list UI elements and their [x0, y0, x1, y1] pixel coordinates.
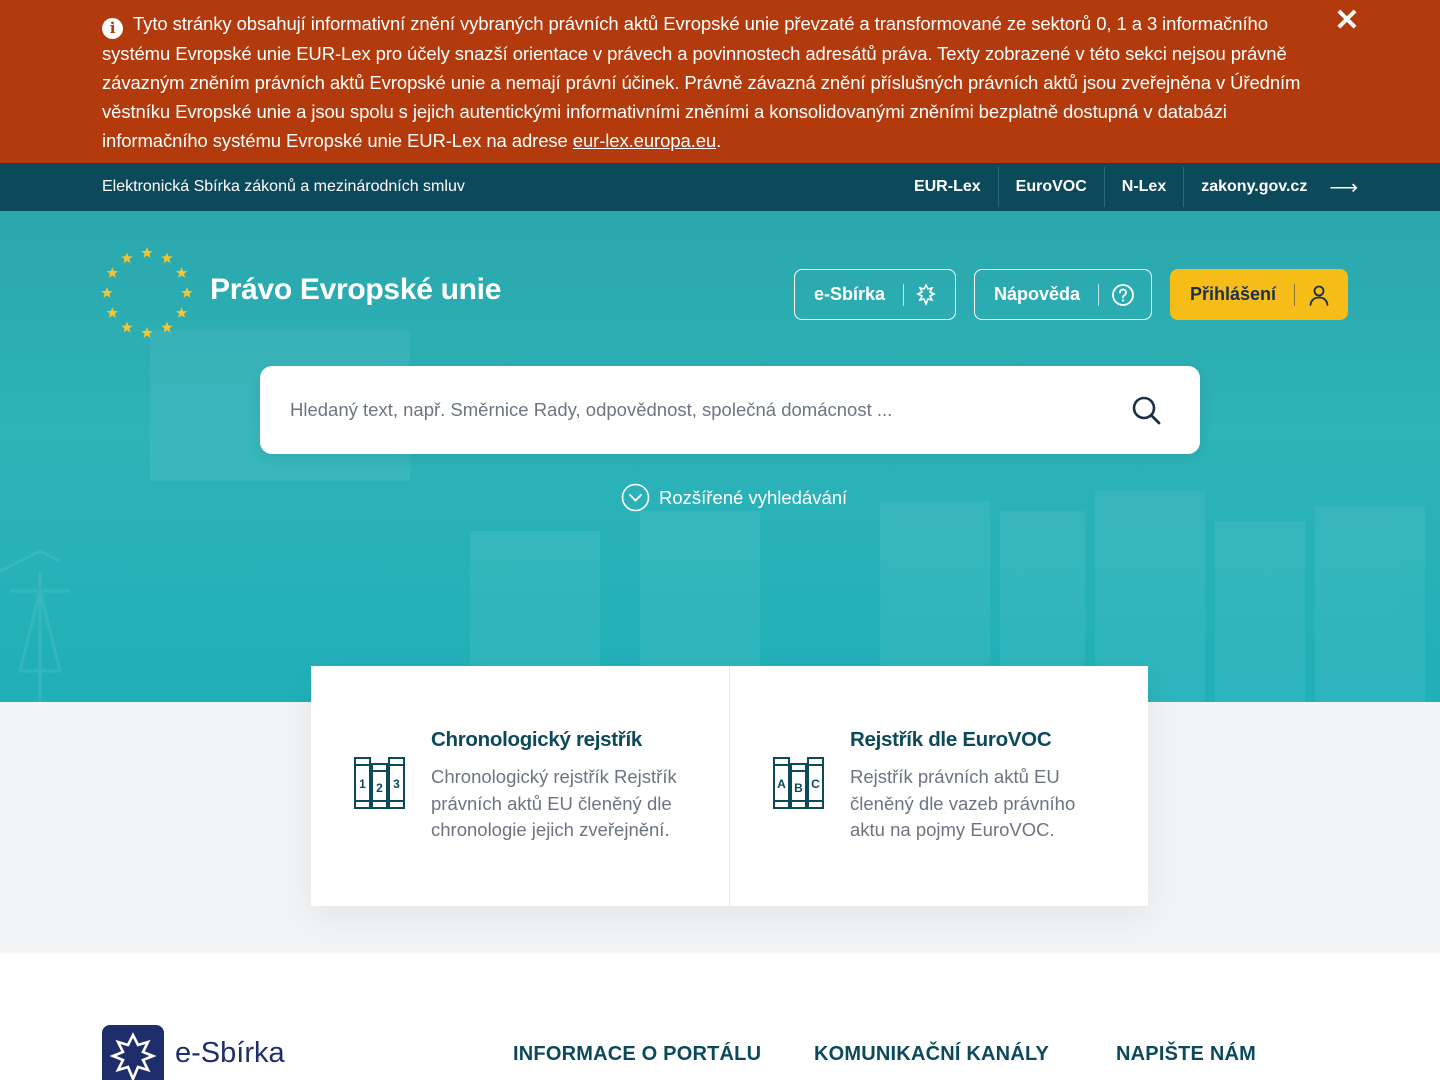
eu-stars-logo [101, 247, 193, 338]
search-box [260, 366, 1200, 454]
eu-star [121, 252, 133, 264]
eu-star [101, 287, 113, 298]
help-button-label: Nápověda [994, 284, 1081, 304]
chevron-down-circle-icon [621, 483, 650, 512]
icon-label: B [794, 781, 803, 795]
card-chronological-register[interactable]: 1 2 3 Chronologický rejstřík Chronologic… [311, 666, 729, 906]
advanced-search-label: Rozšířené vyhledávání [659, 486, 848, 508]
icon-label: 1 [359, 777, 366, 791]
eu-star [141, 247, 153, 258]
user-icon [1309, 285, 1329, 306]
top-bar: Elektronická Sbírka zákonů a mezinárodní… [0, 163, 1440, 211]
notice-suffix: . [716, 130, 722, 151]
register-cards: 1 2 3 Chronologický rejstřík Chronologic… [311, 666, 1148, 906]
eu-star [121, 321, 133, 333]
eur-lex-link[interactable]: eur-lex.europa.eu [573, 130, 716, 151]
eu-law-notice-banner: i Tyto stránky obsahují informativní zněn… [0, 0, 1440, 163]
czech-lion-icon [916, 283, 936, 306]
portal-title: Právo Evropské unie [210, 273, 502, 306]
icon-label: A [777, 777, 786, 791]
close-icon[interactable]: ✕ [1332, 6, 1362, 36]
footer-brand: e-Sbírka [175, 1037, 285, 1069]
czech-lion-icon [109, 1032, 157, 1080]
eu-star [141, 327, 153, 338]
site-subtitle: Elektronická Sbírka zákonů a mezinárodní… [102, 178, 465, 195]
login-button[interactable]: Přihlášení [1170, 269, 1348, 320]
eu-star [181, 287, 193, 298]
eurovoc-register-icon: A B C [773, 757, 824, 809]
card-title: Chronologický rejstřík [431, 728, 642, 751]
help-button[interactable]: Nápověda [974, 269, 1152, 320]
link-n-lex[interactable]: N-Lex [1105, 167, 1185, 207]
hero-section: Právo Evropské unie e-Sbírka Nápověda Př… [0, 211, 1440, 702]
eu-star [161, 252, 173, 264]
chronological-register-icon: 1 2 3 [354, 757, 405, 809]
eu-star [175, 307, 188, 318]
esbirka-button[interactable]: e-Sbírka [794, 269, 956, 320]
footer-communication-channels[interactable]: KOMUNIKAČNÍ KANÁLY [814, 1043, 1049, 1066]
question-circle-icon [1112, 283, 1134, 306]
arrow-right-icon[interactable]: ⟶ [1329, 175, 1358, 200]
eu-star [161, 321, 173, 333]
link-eurovoc[interactable]: EuroVOC [999, 167, 1105, 207]
eu-star [175, 267, 188, 278]
footer-write-us[interactable]: NAPIŠTE NÁM [1116, 1043, 1256, 1066]
notice-text: i Tyto stránky obsahují informativní zněn… [102, 9, 1327, 155]
card-description: Rejstřík právních aktů EU členěný dle va… [850, 766, 1076, 840]
link-zakony-gov[interactable]: zakony.gov.cz [1184, 167, 1329, 207]
footer: e-Sbírka INFORMACE O PORTÁLU KOMUNIKAČNÍ… [0, 953, 1440, 1080]
top-links: EUR-Lex EuroVOC N-Lex zakony.gov.cz ⟶ [897, 163, 1358, 211]
login-button-label: Přihlášení [1190, 284, 1277, 304]
advanced-search-toggle[interactable]: Rozšířené vyhledávání [621, 483, 847, 512]
link-eur-lex[interactable]: EUR-Lex [897, 167, 999, 207]
icon-label: C [811, 777, 820, 791]
esbirka-button-label: e-Sbírka [814, 284, 886, 304]
eu-star [106, 267, 119, 278]
icon-label: 3 [393, 777, 400, 791]
card-eurovoc-register[interactable]: A B C Rejstřík dle EuroVOC Rejstřík práv… [729, 666, 1148, 906]
search-input[interactable] [290, 366, 1110, 454]
search-icon[interactable] [1126, 390, 1166, 430]
card-title: Rejstřík dle EuroVOC [850, 728, 1052, 751]
eu-star [106, 307, 119, 318]
info-icon: i [102, 18, 123, 39]
card-description: Chronologický rejstřík Rejstřík právních… [431, 766, 677, 840]
esbirka-logo[interactable] [102, 1025, 164, 1080]
icon-label: 2 [376, 781, 383, 795]
footer-portal-info[interactable]: INFORMACE O PORTÁLU [513, 1043, 761, 1066]
